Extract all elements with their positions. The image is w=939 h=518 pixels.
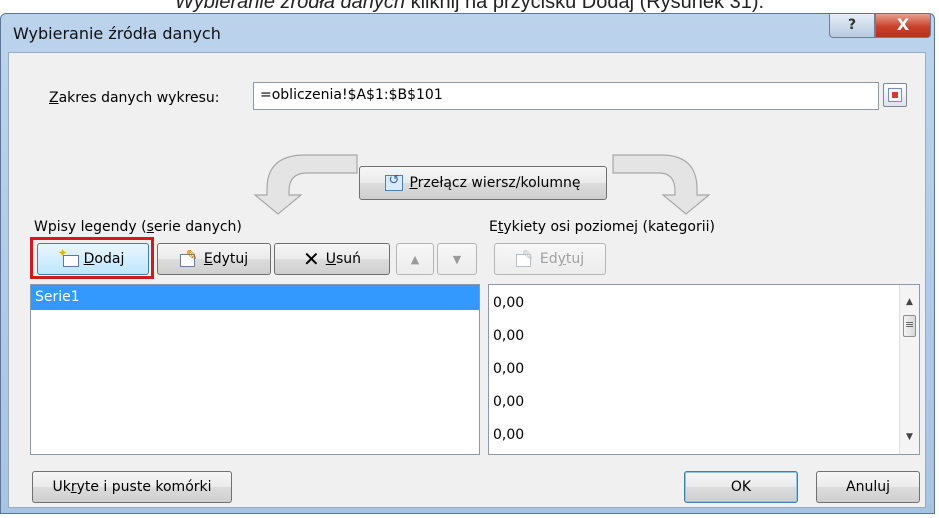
axis-labels-label: Etykiety osi poziomej (kategorii) (489, 219, 715, 235)
dialog-body: Zakres danych wykresu: =obliczenia!$A$1:… (8, 52, 926, 508)
cancel-button[interactable]: Anuluj (816, 471, 920, 503)
ok-button[interactable]: OK (684, 471, 798, 503)
range-select-button[interactable] (883, 83, 907, 107)
category-scrollbar[interactable]: ▲ ▼ (899, 285, 919, 454)
legend-entries-label: Wpisy legendy (serie danych) (34, 219, 242, 235)
add-button-highlight (30, 237, 154, 279)
title-bar[interactable]: Wybieranie źródła danych ? X (1, 14, 934, 52)
list-item[interactable]: 0,00 (493, 387, 524, 417)
right-curved-arrow-icon (612, 154, 711, 215)
list-item[interactable]: 0,00 (493, 354, 524, 384)
help-button[interactable]: ? (829, 14, 875, 38)
scroll-down-icon[interactable]: ▼ (900, 428, 919, 446)
remove-series-button[interactable]: ✕ Usuń (274, 243, 390, 275)
edit-axis-labels-button[interactable]: Edytuj (494, 243, 606, 275)
dialog-title: Wybieranie źródła danych (13, 24, 221, 43)
chart-data-range-input[interactable]: =obliczenia!$A$1:$B$101 (253, 82, 879, 110)
edit-series-label: Edytuj (203, 251, 249, 267)
scroll-thumb[interactable] (903, 315, 916, 337)
range-select-icon (888, 88, 902, 102)
move-down-button[interactable]: ▼ (437, 243, 477, 275)
document-caption: Wybieranie źródła danych kliknij na przy… (174, 0, 765, 13)
list-item[interactable]: Serie1 (31, 285, 479, 310)
switch-row-column-button[interactable]: Przełącz wiersz/kolumnę (359, 166, 607, 200)
scroll-up-icon[interactable]: ▲ (900, 293, 919, 311)
move-up-button[interactable]: ▲ (396, 243, 434, 275)
help-icon: ? (847, 17, 857, 33)
list-item[interactable]: 0,00 (493, 321, 524, 351)
close-icon: X (896, 15, 910, 34)
list-item[interactable]: 0,00 (493, 288, 524, 318)
edit-icon (179, 248, 198, 267)
list-item[interactable]: 0,00 (493, 420, 524, 450)
category-list[interactable]: 0,00 0,00 0,00 0,00 0,00 ▲ ▼ (488, 284, 920, 455)
hidden-empty-cells-label: Ukryte i puste komórki (52, 479, 212, 495)
edit-icon (515, 248, 534, 267)
switch-row-column-icon (385, 173, 404, 191)
chart-data-range-label: Zakres danych wykresu: (49, 90, 220, 106)
remove-series-label: Usuń (325, 251, 362, 267)
remove-icon: ✕ (302, 247, 320, 271)
select-data-source-dialog: Wybieranie źródła danych ? X Zakres dany… (0, 13, 935, 514)
move-down-icon: ▼ (452, 252, 462, 266)
edit-series-button[interactable]: Edytuj (157, 243, 271, 275)
left-curved-arrow-icon (253, 154, 358, 215)
edit-axis-labels-label: Edytuj (539, 251, 585, 267)
switch-row-column-label: Przełącz wiersz/kolumnę (409, 175, 581, 191)
series-list[interactable]: Serie1 (30, 284, 480, 455)
move-up-icon: ▲ (410, 252, 420, 266)
hidden-empty-cells-button[interactable]: Ukryte i puste komórki (32, 471, 232, 503)
close-button[interactable]: X (875, 14, 931, 38)
